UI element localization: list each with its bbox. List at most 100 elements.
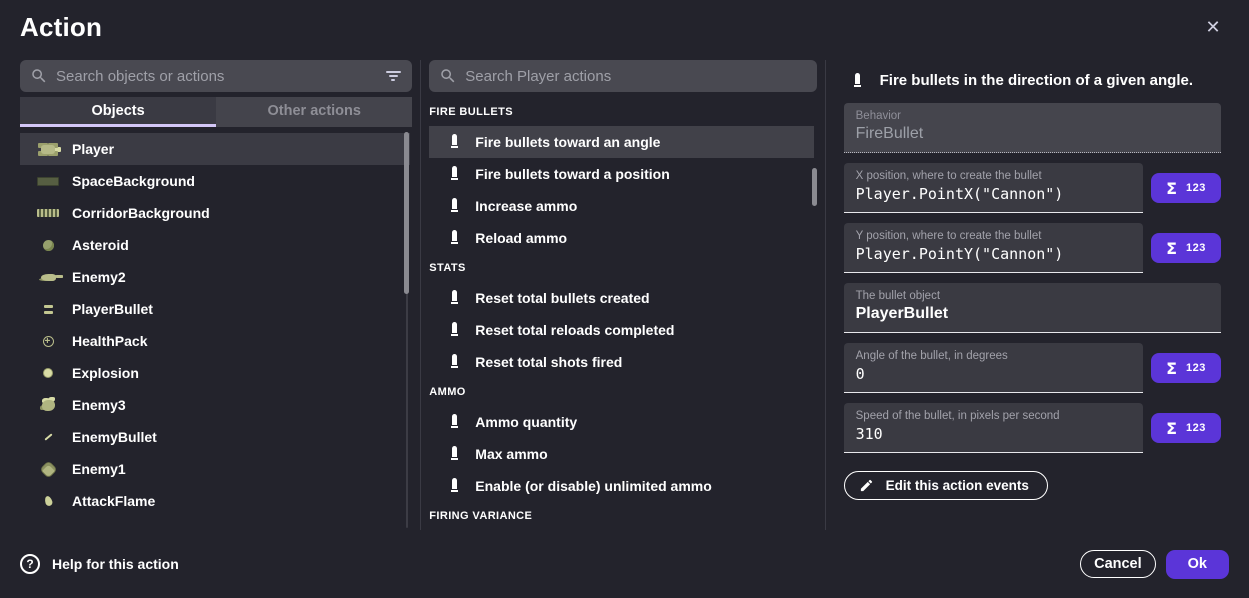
expression-editor-button[interactable]: Σ 123 bbox=[1151, 353, 1221, 383]
angle-field[interactable]: Angle of the bullet, in degrees 0 bbox=[844, 343, 1143, 393]
attack-flame-icon bbox=[36, 491, 60, 511]
bullet-icon bbox=[451, 134, 459, 150]
edit-button-label: Edit this action events bbox=[886, 478, 1029, 493]
action-row-reset-shots-fired[interactable]: Reset total shots fired bbox=[429, 346, 814, 378]
bullet-object-field[interactable]: The bullet object PlayerBullet bbox=[844, 283, 1221, 333]
action-label: Max ammo bbox=[475, 446, 547, 462]
action-row-unlimited-ammo[interactable]: Enable (or disable) unlimited ammo bbox=[429, 470, 814, 502]
actions-search-input[interactable] bbox=[465, 68, 806, 85]
object-row-corridorbackground[interactable]: CorridorBackground bbox=[20, 197, 410, 229]
objects-search[interactable] bbox=[20, 60, 412, 92]
help-label: Help for this action bbox=[52, 556, 179, 572]
field-label: Speed of the bullet, in pixels per secon… bbox=[856, 410, 1131, 422]
action-label: Reset total reloads completed bbox=[475, 322, 674, 338]
actions-search[interactable] bbox=[429, 60, 816, 92]
tab-objects[interactable]: Objects bbox=[20, 97, 216, 127]
expression-editor-button[interactable]: Σ 123 bbox=[1151, 413, 1221, 443]
field-value: FireBullet bbox=[856, 125, 1209, 144]
action-row-increase-ammo[interactable]: Increase ammo bbox=[429, 190, 814, 222]
actions-panel: FIRE BULLETS Fire bullets toward an angl… bbox=[429, 60, 816, 530]
bullet-icon bbox=[451, 166, 459, 182]
group-header-stats: STATS bbox=[429, 254, 816, 282]
action-label: Enable (or disable) unlimited ammo bbox=[475, 478, 711, 494]
help-link[interactable]: ? Help for this action bbox=[20, 554, 179, 574]
expression-editor-button[interactable]: Σ 123 bbox=[1151, 233, 1221, 263]
action-label: Fire bullets toward an angle bbox=[475, 134, 660, 150]
field-label: Behavior bbox=[856, 110, 1209, 122]
explosion-icon bbox=[36, 363, 60, 383]
objects-panel: Objects Other actions Player SpaceBackgr… bbox=[20, 60, 412, 530]
x-position-field[interactable]: X position, where to create the bullet P… bbox=[844, 163, 1143, 213]
action-row-ammo-quantity[interactable]: Ammo quantity bbox=[429, 406, 814, 438]
behavior-row: Behavior FireBullet bbox=[844, 103, 1221, 153]
object-row-healthpack[interactable]: HealthPack bbox=[20, 325, 410, 357]
bullet-icon bbox=[451, 478, 459, 494]
question-mark-icon: ? bbox=[20, 554, 40, 574]
corridor-background-icon bbox=[36, 203, 60, 223]
bullet-icon bbox=[451, 198, 459, 214]
object-label: PlayerBullet bbox=[72, 301, 153, 317]
object-row-enemybullet[interactable]: EnemyBullet bbox=[20, 421, 410, 453]
tab-other-actions[interactable]: Other actions bbox=[216, 97, 412, 127]
action-row-max-ammo[interactable]: Max ammo bbox=[429, 438, 814, 470]
action-label: Reset total shots fired bbox=[475, 354, 622, 370]
action-row-fire-bullets-position[interactable]: Fire bullets toward a position bbox=[429, 158, 814, 190]
object-row-playerbullet[interactable]: PlayerBullet bbox=[20, 293, 410, 325]
edit-action-events-button[interactable]: Edit this action events bbox=[844, 471, 1048, 500]
group-header-fire-bullets: FIRE BULLETS bbox=[429, 98, 816, 126]
action-row-reset-reloads-completed[interactable]: Reset total reloads completed bbox=[429, 314, 814, 346]
object-row-enemy3[interactable]: Enemy3 bbox=[20, 389, 410, 421]
pencil-icon bbox=[859, 478, 874, 493]
action-label: Fire bullets toward a position bbox=[475, 166, 669, 182]
bullet-icon bbox=[451, 230, 459, 246]
group-header-ammo: AMMO bbox=[429, 378, 816, 406]
expression-editor-button[interactable]: Σ 123 bbox=[1151, 173, 1221, 203]
bullet-icon bbox=[451, 354, 459, 370]
field-value: 0 bbox=[856, 365, 1131, 384]
ok-button[interactable]: Ok bbox=[1166, 550, 1229, 579]
close-icon[interactable]: ✕ bbox=[1201, 16, 1225, 40]
enemy3-icon bbox=[36, 395, 60, 415]
angle-row: Angle of the bullet, in degrees 0 Σ 123 bbox=[844, 343, 1221, 393]
objects-search-input[interactable] bbox=[56, 68, 376, 85]
speed-row: Speed of the bullet, in pixels per secon… bbox=[844, 403, 1221, 453]
object-row-asteroid[interactable]: Asteroid bbox=[20, 229, 410, 261]
action-row-fire-bullets-angle[interactable]: Fire bullets toward an angle bbox=[429, 126, 814, 158]
group-header-firing-variance: FIRING VARIANCE bbox=[429, 502, 816, 530]
objects-scrollbar-thumb[interactable] bbox=[404, 132, 409, 294]
panel-divider bbox=[825, 60, 826, 530]
object-row-explosion[interactable]: Explosion bbox=[20, 357, 410, 389]
y-position-field[interactable]: Y position, where to create the bullet P… bbox=[844, 223, 1143, 273]
player-bullet-icon bbox=[36, 299, 60, 319]
numbers-icon: 123 bbox=[1186, 362, 1206, 374]
object-label: Player bbox=[72, 141, 114, 157]
object-row-enemy2[interactable]: Enemy2 bbox=[20, 261, 410, 293]
object-label: AttackFlame bbox=[72, 493, 155, 509]
speed-field[interactable]: Speed of the bullet, in pixels per secon… bbox=[844, 403, 1143, 453]
field-label: Angle of the bullet, in degrees bbox=[856, 350, 1131, 362]
object-label: Enemy1 bbox=[72, 461, 126, 477]
object-label: CorridorBackground bbox=[72, 205, 210, 221]
action-description: Fire bullets in the direction of a given… bbox=[880, 72, 1193, 89]
object-row-spacebackground[interactable]: SpaceBackground bbox=[20, 165, 410, 197]
enemy-bullet-icon bbox=[36, 427, 60, 447]
field-label: X position, where to create the bullet bbox=[856, 170, 1131, 182]
actions-scrollbar-thumb[interactable] bbox=[812, 168, 817, 206]
object-row-enemy1[interactable]: Enemy1 bbox=[20, 453, 410, 485]
search-icon bbox=[30, 67, 48, 85]
action-row-reload-ammo[interactable]: Reload ammo bbox=[429, 222, 814, 254]
object-row-attackflame[interactable]: AttackFlame bbox=[20, 485, 410, 517]
object-tabs: Objects Other actions bbox=[20, 97, 412, 127]
asteroid-icon bbox=[36, 235, 60, 255]
numbers-icon: 123 bbox=[1186, 182, 1206, 194]
action-dialog-body: Objects Other actions Player SpaceBackgr… bbox=[20, 60, 1229, 530]
sigma-icon: Σ bbox=[1166, 419, 1177, 438]
action-row-reset-bullets-created[interactable]: Reset total bullets created bbox=[429, 282, 814, 314]
bullet-icon bbox=[451, 446, 459, 462]
cancel-button[interactable]: Cancel bbox=[1080, 550, 1156, 578]
object-label: HealthPack bbox=[72, 333, 147, 349]
filter-icon[interactable] bbox=[384, 67, 402, 85]
object-row-player[interactable]: Player bbox=[20, 133, 410, 165]
field-value: Player.PointX("Cannon") bbox=[856, 185, 1131, 204]
objects-list: Player SpaceBackground CorridorBackgroun… bbox=[20, 127, 412, 530]
